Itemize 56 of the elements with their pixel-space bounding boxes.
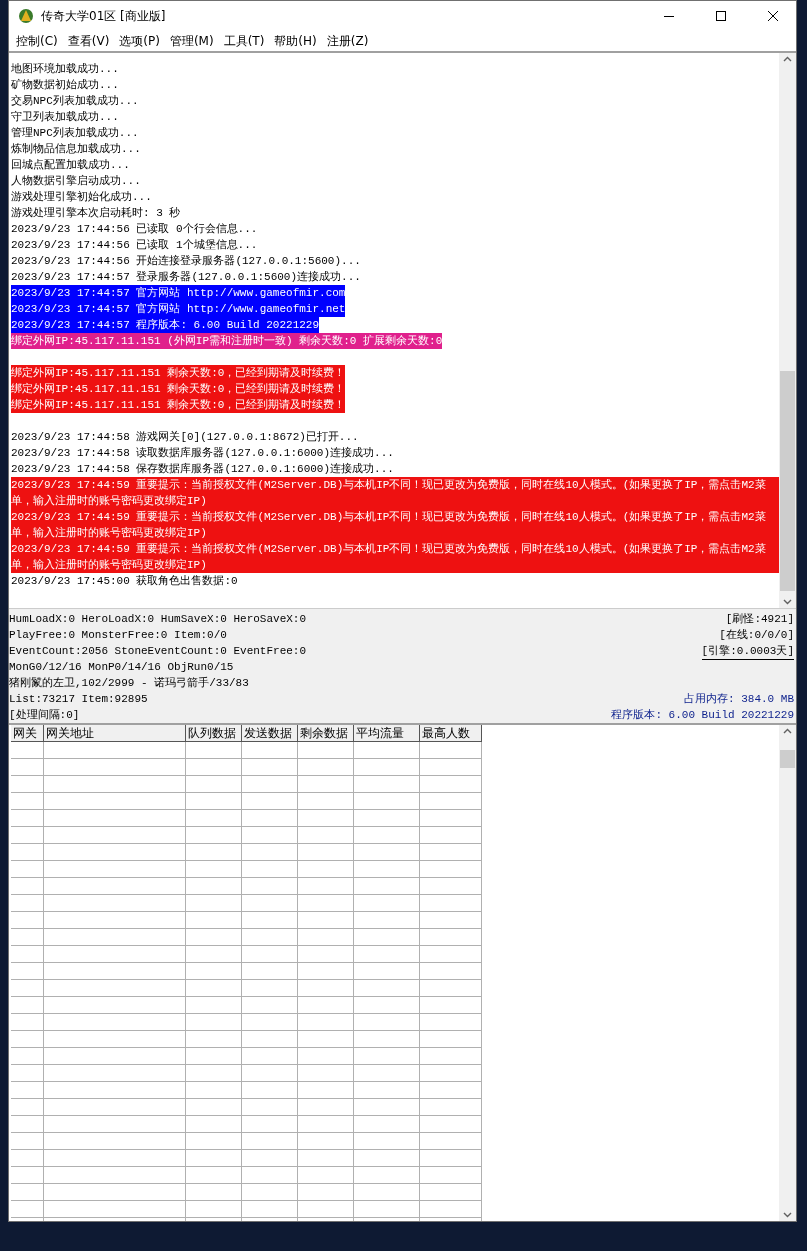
scroll-thumb[interactable] [780, 370, 795, 591]
menu-item[interactable]: 控制(C) [11, 32, 63, 50]
column-header[interactable]: 发送数据 [242, 725, 298, 742]
log-line: 2023/9/23 17:44:56 已读取 1个城堡信息... [11, 238, 258, 253]
menu-item[interactable]: 选项(P) [114, 32, 165, 50]
log-line: 2023/9/23 17:45:00 获取角色出售数据:0 [11, 574, 238, 589]
log-line: 管理NPC列表加载成功... [11, 126, 139, 141]
status-text: HumLoadX:0 HeroLoadX:0 HumSaveX:0 HeroSaveX:0 [9, 612, 307, 627]
log-line: 炼制物品信息加载成功... [11, 142, 141, 157]
menu-item[interactable]: 帮助(H) [269, 32, 322, 50]
scrollbar[interactable] [779, 725, 796, 1221]
menu-item[interactable]: 管理(M) [164, 32, 219, 50]
window-title: 传奇大学01区 [商业版] [41, 7, 167, 25]
log-line: 2023/9/23 17:44:58 游戏网关[0](127.0.0.1:8672)已打开... [11, 430, 359, 445]
log-line: 2023/9/23 17:44:56 已读取 0个行会信息... [11, 222, 258, 237]
log-line: 2023/9/23 17:44:58 读取数据库服务器(127.0.0.1:6000)连接成功... [11, 446, 394, 461]
status-text: List:73217 Item:92895 [9, 692, 149, 707]
app-icon [17, 7, 35, 25]
log-line: 人物数据引擎启动成功... [11, 174, 141, 189]
scroll-up-icon[interactable] [783, 56, 792, 62]
close-icon [768, 11, 778, 21]
log-line: 交易NPC列表加载成功... [11, 94, 139, 109]
info-text: 占用内存: 384.0 MB [684, 692, 794, 707]
column-header[interactable]: 最高人数 [420, 725, 482, 742]
column-header[interactable]: 队列数据 [186, 725, 242, 742]
column-header[interactable]: 剩余数据 [298, 725, 354, 742]
column-header[interactable]: 网关地址 [44, 725, 186, 742]
status-text: EventCount:2056 StoneEventCount:0 EventFree:0 [9, 644, 307, 659]
menu-item[interactable]: 工具(T) [218, 32, 270, 50]
status-text: MonG0/12/16 MonP0/14/16 ObjRun0/15 [9, 660, 235, 675]
scroll-down-icon[interactable] [783, 1212, 792, 1218]
scroll-down-icon[interactable] [783, 599, 792, 605]
log-line: 矿物数据初始成功... [11, 78, 119, 93]
scrollbar[interactable] [779, 53, 796, 608]
status-text: 猪刚鬣的左卫,102/2999 - 诺玛弓箭手/33/83 [9, 675, 250, 691]
status-text: [处理间隔:0] [9, 708, 81, 723]
menu-item[interactable]: 注册(Z) [321, 32, 374, 50]
status-text: [在线:0/0/0] [719, 628, 794, 643]
log-line: 游戏处理引擎初始化成功... [11, 190, 152, 205]
log-line: 2023/9/23 17:44:57 登录服务器(127.0.0.1:5600)连接成功... [11, 270, 361, 285]
log-line: 回城点配置加载成功... [11, 158, 130, 173]
engine-status: [引擎:0.0003天] [701, 643, 794, 660]
log-line: 2023/9/23 17:44:58 保存数据库服务器(127.0.0.1:6000)连接成功... [11, 462, 394, 477]
menu-item[interactable]: 查看(V) [62, 32, 115, 50]
log-line: 游戏处理引擎本次启动耗时: 3 秒 [11, 206, 181, 221]
status-text: [刷怪:4921] [725, 612, 794, 627]
log-line: 地图环境加载成功... [11, 62, 119, 77]
column-header[interactable]: 平均流量 [354, 725, 420, 742]
column-header[interactable]: 网关 [11, 725, 44, 742]
scroll-up-icon[interactable] [783, 728, 792, 734]
log-line: 守卫列表加载成功... [11, 110, 119, 125]
info-text: 程序版本: 6.00 Build 20221229 [611, 708, 794, 723]
maximize-icon [716, 11, 726, 21]
log-line: 2023/9/23 17:44:56 开始连接登录服务器(127.0.0.1:5600)... [11, 254, 361, 269]
status-text: PlayFree:0 MonsterFree:0 Item:0/0 [9, 628, 228, 643]
scroll-thumb[interactable] [780, 750, 795, 768]
